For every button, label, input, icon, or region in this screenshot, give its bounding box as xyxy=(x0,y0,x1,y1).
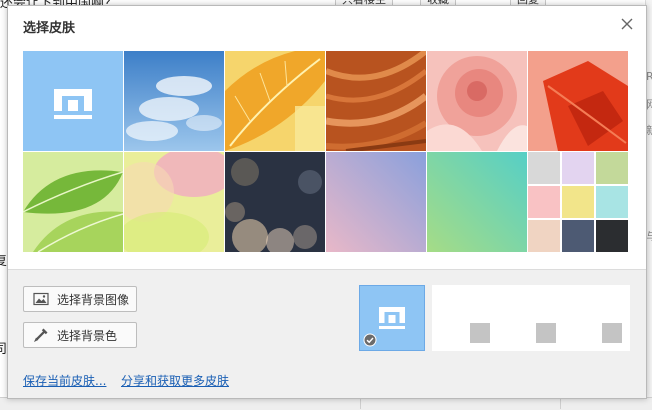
recent-skin-slot-empty[interactable] xyxy=(498,285,564,351)
choose-background-color-label: 选择背景色 xyxy=(57,328,118,343)
skin-tile-color-swatches[interactable] xyxy=(528,152,628,252)
recent-skin-slot-empty[interactable] xyxy=(432,285,498,351)
empty-slot-placeholder xyxy=(602,323,622,343)
choose-background-color-button[interactable]: 选择背景色 xyxy=(23,322,137,348)
empty-slot-placeholder xyxy=(536,323,556,343)
skin-grid xyxy=(23,51,629,252)
choose-background-image-button[interactable]: 选择背景图像 xyxy=(23,286,137,312)
close-icon[interactable] xyxy=(616,13,638,35)
skin-tile-blue-sky[interactable] xyxy=(124,51,224,151)
skin-tile-red-leaf[interactable] xyxy=(528,51,628,151)
swatch xyxy=(528,186,560,218)
selected-check-icon xyxy=(363,333,377,347)
swatch xyxy=(596,152,628,184)
skin-tile-maxthon-default[interactable] xyxy=(23,51,123,151)
skin-tile-pastel-watercolor[interactable] xyxy=(124,152,224,252)
skin-dialog: 选择皮肤 选择背景图像 选择背景色 保存当前皮肤... 分享和获取更多皮肤 xyxy=(7,5,647,399)
skin-tile-green-leaves[interactable] xyxy=(23,152,123,252)
swatch xyxy=(596,186,628,218)
swatch xyxy=(528,220,560,252)
choose-background-image-label: 选择背景图像 xyxy=(57,292,130,307)
skin-tile-lavender-gradient[interactable] xyxy=(326,152,426,252)
share-more-skins-link[interactable]: 分享和获取更多皮肤 xyxy=(121,372,229,389)
swatch xyxy=(562,186,594,218)
skin-gallery xyxy=(8,44,646,270)
skin-tile-pink-flower[interactable] xyxy=(427,51,527,151)
dialog-titlebar: 选择皮肤 xyxy=(8,6,646,44)
eyedropper-icon xyxy=(33,328,48,343)
swatch xyxy=(562,152,594,184)
recent-skin-maxthon-default[interactable] xyxy=(359,285,425,351)
skin-tile-yellow-leaf[interactable] xyxy=(225,51,325,151)
background-left-char: 司 xyxy=(0,342,8,357)
recent-skin-slot-empty[interactable] xyxy=(564,285,630,351)
skin-tile-bokeh-night[interactable] xyxy=(225,152,325,252)
image-icon xyxy=(33,292,49,306)
skin-tile-mint-gradient[interactable] xyxy=(427,152,527,252)
swatch xyxy=(562,220,594,252)
background-left-char: 复 xyxy=(0,254,8,269)
swatch xyxy=(528,152,560,184)
dialog-title: 选择皮肤 xyxy=(23,21,76,36)
maxthon-logo-icon xyxy=(379,307,405,329)
skin-tile-wood-grain[interactable] xyxy=(326,51,426,151)
save-current-skin-link[interactable]: 保存当前皮肤... xyxy=(23,372,106,389)
empty-slot-placeholder xyxy=(470,323,490,343)
swatch xyxy=(596,220,628,252)
